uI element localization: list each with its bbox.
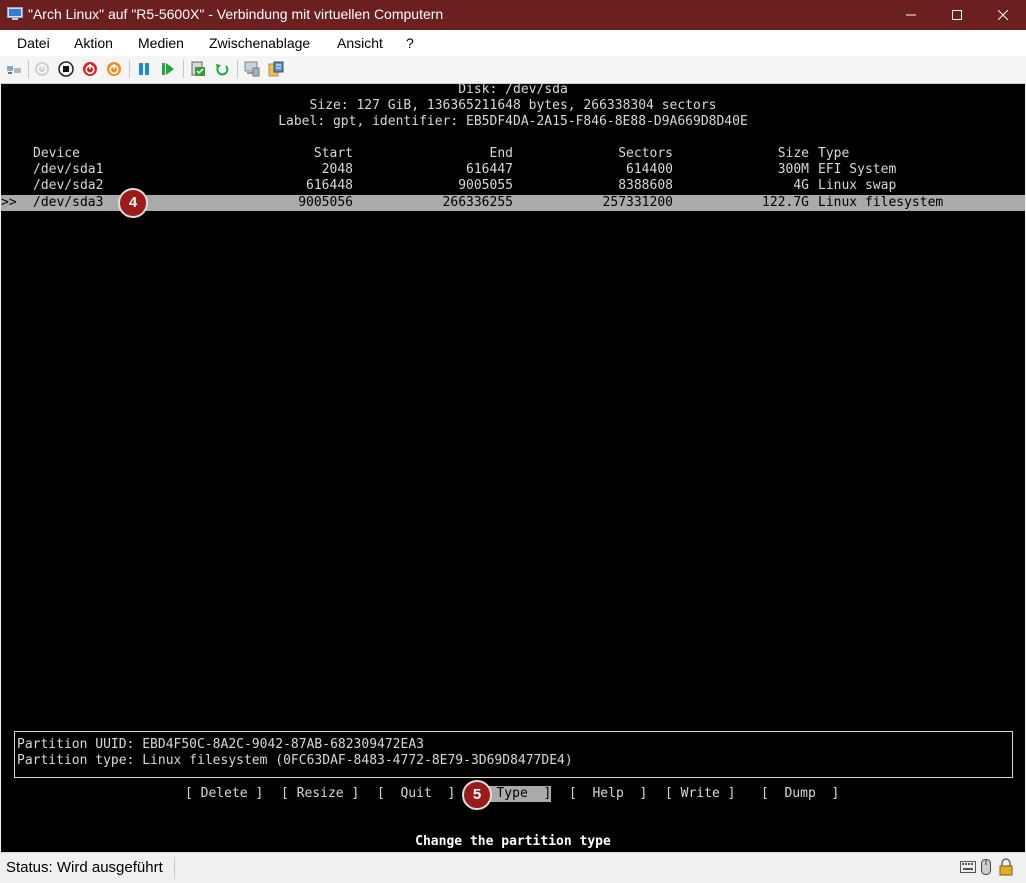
maximize-button[interactable] <box>934 0 980 30</box>
menu-datei[interactable]: Datei <box>17 35 50 51</box>
menu-zwischenablage[interactable]: Zwischenablage <box>209 35 310 51</box>
turn-off-icon[interactable] <box>58 61 74 77</box>
partition-type: Linux swap <box>818 178 897 193</box>
partition-device[interactable]: /dev/sda3 <box>33 195 103 211</box>
quit-button[interactable]: [ Quit ] <box>377 786 455 802</box>
status-text: Status: Wird ausgeführt <box>6 859 163 876</box>
partition-type-info: Partition type: Linux filesystem (0FC63D… <box>17 753 573 768</box>
toolbar-separator <box>237 60 238 78</box>
step-badge: 5 <box>462 780 492 810</box>
checkpoint-icon[interactable] <box>190 61 206 77</box>
status-bar: Status: Wird ausgeführt <box>0 852 1026 883</box>
action-hint: Change the partition type <box>415 834 611 849</box>
partition-start: 9005056 <box>298 195 353 210</box>
toolbar-separator <box>183 60 184 78</box>
partition-end: 9005055 <box>458 178 513 193</box>
enhanced-session-icon[interactable] <box>244 61 260 77</box>
close-icon <box>997 9 1009 21</box>
status-divider <box>174 857 175 879</box>
maximize-icon <box>952 10 962 20</box>
start-icon[interactable] <box>34 61 50 77</box>
disk-size: Size: 127 GiB, 136365211648 bytes, 26633… <box>309 98 717 113</box>
vm-connection-icon <box>7 7 23 20</box>
header-device: Device <box>33 146 80 161</box>
header-end: End <box>489 146 513 161</box>
partition-uuid: Partition UUID: EBD4F50C-8A2C-9042-87AB-… <box>17 737 424 752</box>
menu-help[interactable]: ? <box>406 35 414 51</box>
resize-button[interactable]: [ Resize ] <box>281 786 359 802</box>
mouse-icon[interactable] <box>981 859 991 875</box>
selection-cursor: >> <box>1 195 17 210</box>
step-badge: 4 <box>118 188 148 218</box>
window-title: "Arch Linux" auf "R5-5600X" - Verbindung… <box>28 6 444 22</box>
close-button[interactable] <box>980 0 1026 30</box>
header-type: Type <box>818 146 850 161</box>
header-sectors: Sectors <box>618 146 673 161</box>
delete-button[interactable]: [ Delete ] <box>185 786 263 802</box>
menu-bar: Datei Aktion Medien Zwischenablage Ansic… <box>0 30 1026 56</box>
ctrl-alt-del-icon[interactable] <box>6 61 22 77</box>
revert-icon[interactable] <box>214 61 230 77</box>
partition-size: 300M <box>777 162 809 177</box>
header-start: Start <box>313 146 353 161</box>
toolbar-separator <box>28 60 29 78</box>
keyboard-icon[interactable] <box>960 861 976 873</box>
menu-aktion[interactable]: Aktion <box>74 35 113 51</box>
partition-sectors: 257331200 <box>602 195 673 210</box>
help-button[interactable]: [ Help ] <box>569 786 647 802</box>
menu-medien[interactable]: Medien <box>138 35 184 51</box>
partition-type: EFI System <box>818 162 897 177</box>
partition-info-box: Partition UUID: EBD4F50C-8A2C-9042-87AB-… <box>14 731 1013 778</box>
menu-ansicht[interactable]: Ansicht <box>337 35 383 51</box>
minimize-button[interactable] <box>888 0 934 30</box>
disk-label: Label: gpt, identifier: EB5DF4DA-2A15-F8… <box>278 114 748 129</box>
share-icon[interactable] <box>268 61 284 77</box>
partition-start: 2048 <box>321 162 353 177</box>
vm-screen[interactable]: Disk: /dev/sda Size: 127 GiB, 1363652116… <box>1 84 1025 852</box>
partition-start: 616448 <box>306 178 353 193</box>
power-save-icon[interactable] <box>106 61 122 77</box>
shut-down-icon[interactable] <box>82 61 98 77</box>
partition-size: 122.7G <box>762 195 809 210</box>
pause-icon[interactable] <box>136 61 152 77</box>
partition-end: 616447 <box>466 162 513 177</box>
header-size: Size <box>777 146 809 161</box>
partition-device[interactable]: /dev/sda1 <box>33 162 103 178</box>
partition-sectors: 8388608 <box>618 178 673 193</box>
toolbar-separator <box>129 60 130 78</box>
write-button[interactable]: [ Write ] <box>665 786 735 802</box>
partition-type: Linux filesystem <box>818 195 944 210</box>
partition-device[interactable]: /dev/sda2 <box>33 178 103 194</box>
partition-size: 4G <box>793 178 809 193</box>
partition-end: 266336255 <box>442 195 513 210</box>
partition-sectors: 614400 <box>626 162 673 177</box>
resume-icon[interactable] <box>160 61 176 77</box>
dump-button[interactable]: [ Dump ] <box>761 786 839 802</box>
toolbar <box>0 56 1026 84</box>
title-bar: "Arch Linux" auf "R5-5600X" - Verbindung… <box>0 0 1026 30</box>
lock-icon <box>999 858 1013 876</box>
minimize-icon <box>906 14 916 16</box>
disk-heading: Disk: /dev/sda <box>458 84 568 97</box>
